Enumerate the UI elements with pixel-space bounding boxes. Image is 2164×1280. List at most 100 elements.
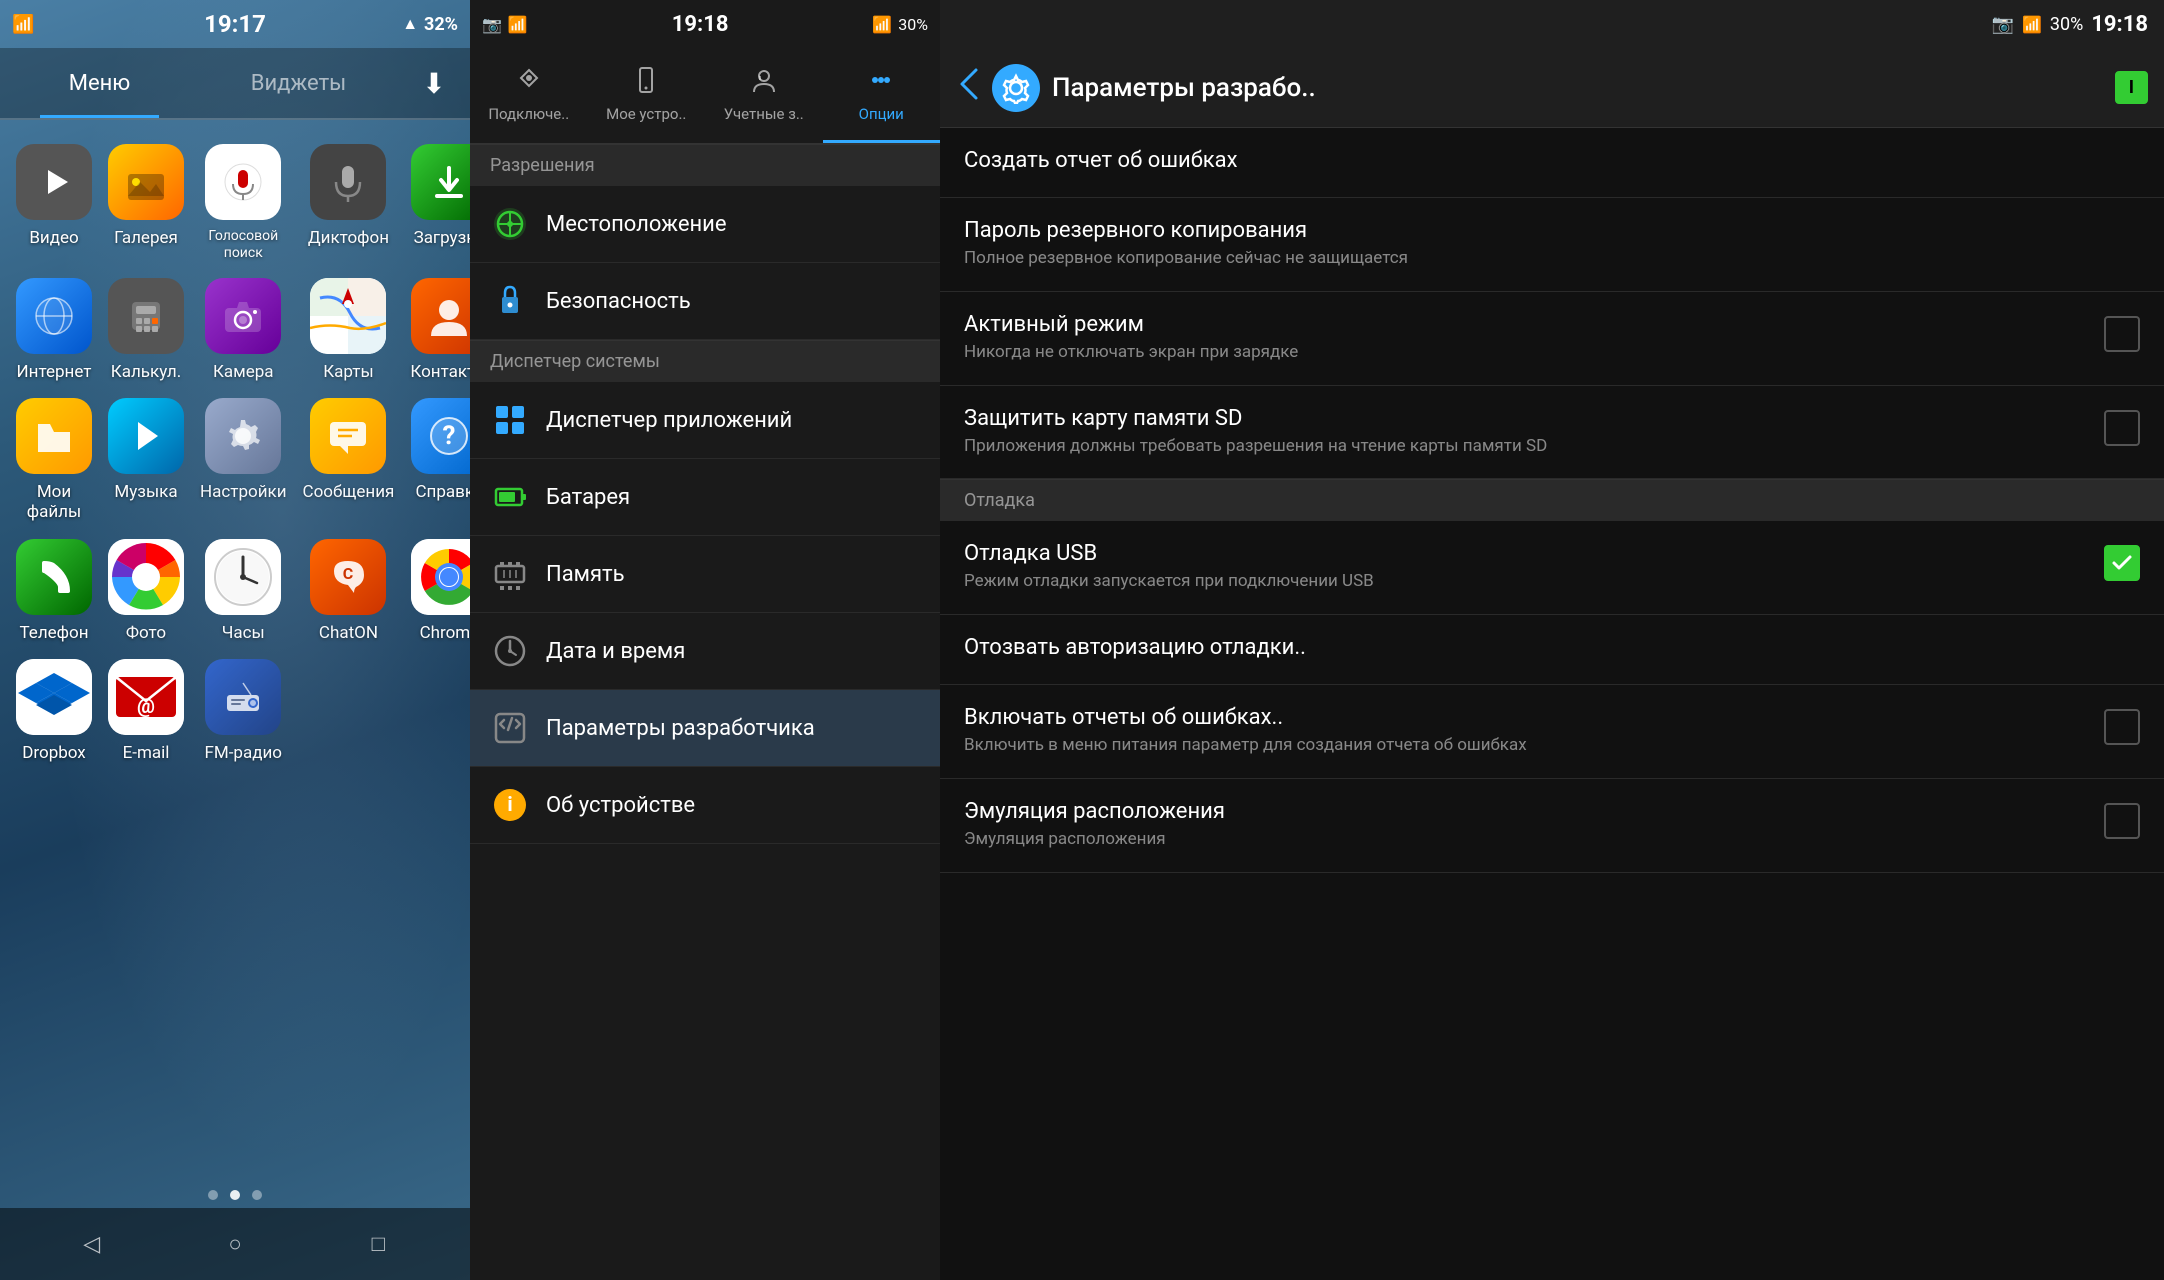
settings-menu: Разрешения Местоположение: [470, 144, 940, 1280]
dev-item-create-report[interactable]: Создать отчет об ошибках: [940, 128, 2164, 198]
svg-text:i: i: [507, 792, 512, 816]
app-label-voice: Голосовой поиск: [200, 228, 287, 262]
app-grid: Видео Галерея Голосовой п: [0, 120, 470, 1178]
settings-item-devparams[interactable]: Параметры разработчика: [470, 690, 940, 767]
nav-recents[interactable]: □: [353, 1224, 403, 1264]
tab-menu[interactable]: Меню: [0, 48, 199, 118]
dev-item-active-mode[interactable]: Активный режим Никогда не отключать экра…: [940, 292, 2164, 386]
app-label-music: Музыка: [114, 482, 177, 502]
nav-home[interactable]: ○: [210, 1224, 260, 1264]
dev-item-title-error-reports: Включать отчеты об ошибках..: [964, 705, 2088, 730]
app-myfiles[interactable]: Мои файлы: [16, 398, 92, 523]
tab-accounts[interactable]: Учетные з..: [705, 48, 823, 143]
tab-mydevice-label: Мое устро..: [606, 105, 686, 123]
app-label-messages: Сообщения: [303, 482, 395, 502]
checkbox-error-reports[interactable]: [2104, 709, 2140, 745]
dev-panel-title: Параметры разрабо..: [1052, 73, 1316, 103]
app-settings[interactable]: Настройки: [200, 398, 287, 523]
settings-tab-bar: Подключе.. Мое устро.. Учетные з.. Опции: [470, 48, 940, 144]
location-label: Местоположение: [546, 212, 727, 237]
dev-item-location-emulation[interactable]: Эмуляция расположения Эмуляция расположе…: [940, 779, 2164, 873]
tab-mydevice[interactable]: Мое устро..: [588, 48, 706, 143]
app-label-clock: Часы: [222, 623, 265, 643]
app-internet[interactable]: Интернет: [16, 278, 92, 382]
section-header-system: Диспетчер системы: [470, 340, 940, 382]
section-header-permissions: Разрешения: [470, 144, 940, 186]
app-gallery[interactable]: Галерея: [108, 144, 184, 262]
app-icon-phone: [16, 539, 92, 615]
checkbox-usb-debug[interactable]: [2104, 545, 2140, 581]
tab-connections[interactable]: Подключе..: [470, 48, 588, 143]
app-photos[interactable]: Фото: [108, 539, 184, 643]
aboutdevice-label: Об устройстве: [546, 793, 695, 818]
svg-text:?: ?: [443, 421, 456, 451]
tab-connections-label: Подключе..: [488, 105, 569, 123]
app-help[interactable]: ? Справка: [410, 398, 470, 523]
app-icon-help: ?: [411, 398, 470, 474]
dev-item-revoke-auth[interactable]: Отозвать авторизацию отладки..: [940, 615, 2164, 685]
tab-options[interactable]: Опции: [823, 48, 941, 143]
dev-item-error-reports[interactable]: Включать отчеты об ошибках.. Включить в …: [940, 685, 2164, 779]
app-clock[interactable]: Часы: [200, 539, 287, 643]
memory-label: Память: [546, 562, 625, 587]
app-messages[interactable]: Сообщения: [303, 398, 395, 523]
checkbox-active-mode[interactable]: [2104, 316, 2140, 352]
app-dropbox[interactable]: Dropbox: [16, 659, 92, 763]
app-chaton[interactable]: C ChatON: [303, 539, 395, 643]
app-label-help: Справка: [415, 482, 470, 502]
checkbox-location-emulation[interactable]: [2104, 803, 2140, 839]
app-download[interactable]: Загрузки: [410, 144, 470, 262]
security-label: Безопасность: [546, 289, 691, 314]
aboutdevice-icon: i: [490, 785, 530, 825]
app-icon-fmradio: [205, 659, 281, 735]
dev-item-protect-sd[interactable]: Защитить карту памяти SD Приложения долж…: [940, 386, 2164, 480]
app-label-myfiles: Мои файлы: [16, 482, 92, 523]
tab-widgets[interactable]: Виджеты: [199, 48, 398, 118]
tab-accounts-label: Учетные з..: [724, 105, 804, 123]
dev-gear-icon: [992, 64, 1040, 112]
back-button[interactable]: [956, 66, 980, 110]
app-dictaphone[interactable]: Диктофон: [303, 144, 395, 262]
settings-item-location[interactable]: Местоположение: [470, 186, 940, 263]
app-music[interactable]: Музыка: [108, 398, 184, 523]
dev-item-backup-password[interactable]: Пароль резервного копирования Полное рез…: [940, 198, 2164, 292]
checkbox-protect-sd[interactable]: [2104, 410, 2140, 446]
tab-download[interactable]: ⬇: [398, 48, 470, 118]
settings-item-security[interactable]: Безопасность: [470, 263, 940, 340]
app-email[interactable]: @ E-mail: [108, 659, 184, 763]
battery-bar-dev: I: [2115, 71, 2148, 104]
settings-item-datetime[interactable]: Дата и время: [470, 613, 940, 690]
dev-item-sub-location-emulation: Эмуляция расположения: [964, 828, 2088, 852]
home-tab-bar: Меню Виджеты ⬇: [0, 48, 470, 120]
app-label-fmradio: FM-радио: [205, 743, 283, 763]
app-icon-internet: [16, 278, 92, 354]
nav-back[interactable]: ◁: [67, 1224, 117, 1264]
app-voice[interactable]: Голосовой поиск: [200, 144, 287, 262]
app-maps[interactable]: Карты: [303, 278, 395, 382]
dev-header: Параметры разрабо.. I: [940, 48, 2164, 128]
app-phone[interactable]: Телефон: [16, 539, 92, 643]
app-video[interactable]: Видео: [16, 144, 92, 262]
dev-item-sub-protect-sd: Приложения должны требовать разрешения н…: [964, 435, 2088, 459]
app-chrome[interactable]: Chrome: [410, 539, 470, 643]
settings-item-memory[interactable]: Память: [470, 536, 940, 613]
status-right-settings: 📶 30%: [872, 15, 928, 34]
app-fmradio[interactable]: FM-радио: [200, 659, 287, 763]
status-time-settings: 19:18: [672, 12, 729, 37]
app-camera[interactable]: Камера: [200, 278, 287, 382]
battery-dev: 30%: [2050, 14, 2083, 35]
dev-header-status: I: [2115, 71, 2148, 104]
dev-item-usb-debug[interactable]: Отладка USB Режим отладки запускается пр…: [940, 521, 2164, 615]
battery-s2: 30%: [898, 15, 928, 34]
app-calc[interactable]: Калькул.: [108, 278, 184, 382]
settings-item-aboutdevice[interactable]: i Об устройстве: [470, 767, 940, 844]
app-icon-dropbox: [16, 659, 92, 735]
signal-icon: ▲: [402, 14, 418, 34]
app-contacts[interactable]: Контакты: [410, 278, 470, 382]
settings-item-appmanager[interactable]: Диспетчер приложений: [470, 382, 940, 459]
app-icon-video: [16, 144, 92, 220]
app-icon-myfiles: [16, 398, 92, 474]
app-icon-calc: [108, 278, 184, 354]
settings-item-battery[interactable]: Батарея: [470, 459, 940, 536]
tab-widgets-label: Виджеты: [251, 71, 347, 96]
